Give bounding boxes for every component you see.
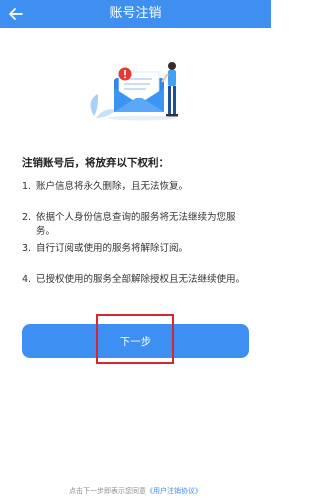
next-step-button[interactable]: 下一步 [22,324,249,358]
right-number: 4. [22,274,32,285]
right-text: 依据个人身份信息查询的服务将无法继续为您服务。 [36,212,236,237]
right-item-3: 3. 自行订阅或使用的服务将解除订阅。 [22,242,188,256]
right-item-4: 4. 已授权使用的服务全部解除授权且无法继续使用。 [22,273,245,287]
cancellation-agreement-link[interactable]: 《用户注销协议》 [146,487,202,495]
envelope-warning-illustration [90,62,178,121]
page-title: 账号注销 [109,6,162,21]
right-text: 已授权使用的服务全部解除授权且无法继续使用。 [36,274,246,285]
header-bar: 账号注销 [0,0,271,28]
right-number: 2. [22,212,32,223]
agreement-notice: 点击下一步即表示您同意《用户注销协议》 [0,486,271,496]
agreement-prefix: 点击下一步即表示您同意 [69,487,146,495]
right-text: 自行订阅或使用的服务将解除订阅。 [36,243,189,254]
right-number: 1. [22,181,32,192]
right-text: 账户信息将永久删除，且无法恢复。 [36,181,189,192]
right-item-2: 2. 依据个人身份信息查询的服务将无法继续为您服务。 [22,211,254,239]
rights-heading: 注销账号后，将放弃以下权利： [22,157,169,169]
right-number: 3. [22,243,32,254]
right-item-1: 1. 账户信息将永久删除，且无法恢复。 [22,180,188,194]
